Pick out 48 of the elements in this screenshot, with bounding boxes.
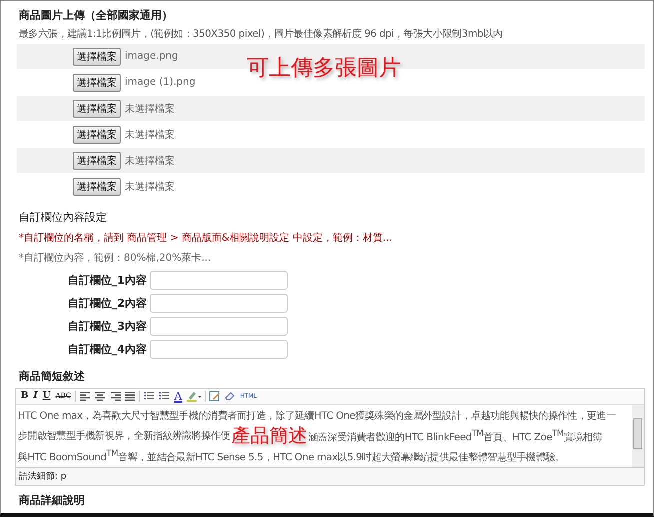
section-title: 自訂欄位內容設定	[19, 210, 108, 225]
upload-hint: 最多六張，建議1:1比例圖片，(範例如：350X350 pixel)，圖片最佳像素解析度 96 dpi，每張大小限制3mb以內	[19, 28, 504, 41]
field-label: 自訂欄位_2內容	[66, 296, 147, 311]
editor-text: 步開啟智慧型手機新視界，全新指紋辨識將操作便	[18, 430, 230, 443]
section-title: 商品詳細說明	[19, 493, 86, 508]
file-name: 未選擇檔案	[125, 180, 175, 194]
scrollbar-drawing[interactable]	[632, 405, 644, 467]
element-path: 語法細節: p	[16, 467, 644, 485]
section-title: 商品圖片上傳（全部國家通用）	[19, 8, 174, 23]
justify-icon[interactable]	[124, 391, 136, 402]
italic-button[interactable]: I	[32, 391, 39, 402]
eraser-icon[interactable]	[224, 391, 236, 402]
underline-button[interactable]: U	[42, 391, 52, 402]
text-color-button[interactable]: A	[173, 391, 184, 402]
file-name: 未選擇檔案	[125, 154, 175, 168]
warning-note: *自訂欄位的名稱，請到 商品管理 > 商品版面&相關說明設定 中設定，範例：材質...	[19, 232, 394, 245]
align-left-icon[interactable]	[79, 391, 92, 402]
choose-file-button[interactable]: 選擇檔案	[73, 126, 121, 144]
file-name: 未選擇檔案	[125, 128, 175, 142]
choose-file-button[interactable]: 選擇檔案	[73, 48, 121, 66]
choose-file-button[interactable]: 選擇檔案	[73, 100, 121, 118]
editor-text: 涵蓋深受消費者歡迎的HTC BlinkFeed$^{TM}$首頁、HTC Zoe$^{TM}$實境相簿	[308, 428, 602, 444]
align-right-icon[interactable]	[109, 391, 122, 402]
input-field[interactable]	[150, 294, 288, 313]
number-list-icon[interactable]	[158, 391, 170, 402]
choose-file-button[interactable]: 選擇檔案	[73, 178, 121, 196]
align-center-icon[interactable]	[94, 391, 106, 402]
input-field[interactable]	[150, 340, 288, 359]
bold-button[interactable]: B	[20, 391, 30, 402]
bullet-list-icon[interactable]	[143, 391, 156, 402]
note-text: *自訂欄位內容，範例：80%棉,20%萊卡...	[19, 252, 212, 265]
editor-text: HTC One max，為喜歡大尺寸智慧型手機的消費者而打造，除了延續HTC One獲獎殊榮的金屬外型設計，卓越功能與暢快的操作性，更進一	[18, 410, 616, 423]
input-field[interactable]	[150, 271, 288, 290]
file-name: image (1).png	[125, 77, 196, 88]
editor-text: 與HTC BoomSound$^{TM}$音響，並結合最新HTC Sense 5.5，HTC One max以5.9吋超大螢幕繼續提供最佳整體智慧型手機體驗。	[18, 448, 565, 464]
highlighter-icon[interactable]	[186, 391, 202, 402]
annotation-text: 產品簡述	[231, 426, 308, 446]
annotation-text: 可上傳多張圖片	[247, 55, 401, 83]
field-label: 自訂欄位_1內容	[66, 273, 147, 288]
input-field[interactable]	[150, 317, 288, 336]
field-label: 自訂欄位_4內容	[66, 342, 147, 357]
file-name: 未選擇檔案	[125, 102, 175, 116]
choose-file-button[interactable]: 選擇檔案	[73, 152, 121, 170]
section-title: 商品簡短敘述	[19, 369, 86, 384]
field-label: 自訂欄位_3內容	[66, 319, 147, 334]
choose-file-button[interactable]: 選擇檔案	[73, 74, 121, 92]
file-name: image.png	[125, 51, 178, 62]
edit-icon[interactable]	[209, 391, 222, 402]
